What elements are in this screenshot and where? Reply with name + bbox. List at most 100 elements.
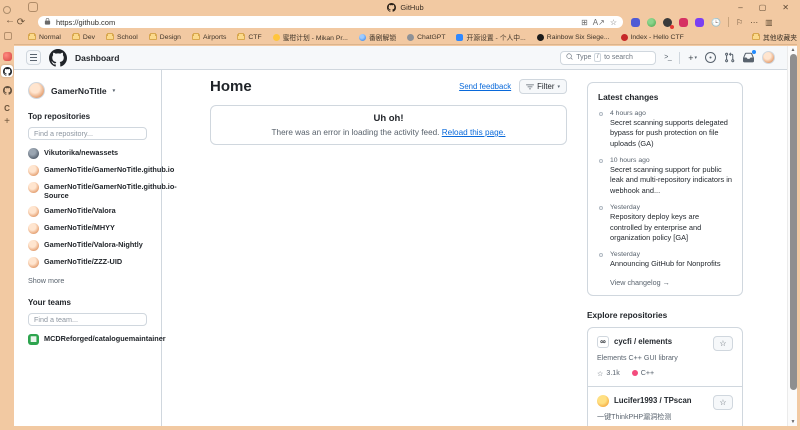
tab-preview-icon[interactable] xyxy=(28,2,38,12)
bookmark-folder[interactable]: Normal xyxy=(28,34,61,41)
language-dot-icon xyxy=(632,370,638,376)
other-favorites[interactable]: 其他收藏夹 xyxy=(752,32,797,42)
breadcrumb[interactable]: Dashboard xyxy=(75,53,119,63)
bookmark-folder[interactable]: Dev xyxy=(72,34,95,41)
star-button[interactable]: ☆ xyxy=(713,395,733,410)
find-repository-input[interactable]: Find a repository... xyxy=(28,127,147,140)
browser-toolbar: ⟳ https://github.com ⊞ A↗ ☆ 🕒 ⚐ ⋯ ▥ xyxy=(14,14,797,30)
caret-down-icon: ▾ xyxy=(694,55,697,61)
sidebar-panel-icon[interactable]: ▥ xyxy=(765,18,773,27)
bookmark-link[interactable]: 番剧解锁 xyxy=(359,32,396,42)
page-title: Home xyxy=(210,78,252,95)
browser-viewport: Dashboard Type / to search >_ +▾ xyxy=(14,46,797,426)
tab-favicon-github[interactable] xyxy=(3,82,12,100)
github-logo-icon xyxy=(3,67,12,76)
create-new-button[interactable]: +▾ xyxy=(688,53,697,63)
hamburger-menu-button[interactable] xyxy=(26,50,41,65)
page-scrollbar[interactable]: ▲ ▼ xyxy=(787,46,797,426)
repo-link[interactable]: Vikutorika/newassets xyxy=(28,148,147,159)
reload-button[interactable]: ⟳ xyxy=(14,17,28,28)
changelog-link[interactable]: Announcing GitHub for Nonprofits xyxy=(610,259,732,269)
browser-tab-github[interactable]: GitHub xyxy=(387,3,423,12)
tab-actions-icon[interactable] xyxy=(3,6,11,14)
bookmark-link[interactable]: 开源设置 - 个人中... xyxy=(456,32,525,42)
read-aloud-icon[interactable]: A↗ xyxy=(593,18,605,27)
history-icon[interactable]: 🕒 xyxy=(711,18,721,27)
bookmark-link[interactable]: ChatGPT xyxy=(407,34,445,41)
filter-button[interactable]: Filter ▾ xyxy=(519,79,567,94)
extension-icon-5[interactable] xyxy=(695,18,704,27)
bookmark-link[interactable]: Rainbow Six Siege... xyxy=(537,34,610,41)
repo-link[interactable]: Lucifer1993 / TPscan xyxy=(614,396,692,405)
command-palette-icon[interactable]: >_ xyxy=(664,54,671,61)
browser-essentials-icon[interactable]: ⚐ xyxy=(736,18,743,27)
active-tab-github[interactable] xyxy=(1,65,13,77)
tab-favicon-red[interactable] xyxy=(3,52,12,61)
repo-description: 一键ThinkPHP漏洞检测 xyxy=(597,412,733,422)
changelog-item: 10 hours agoSecret scanning support for … xyxy=(598,157,732,196)
changelog-link[interactable]: Secret scanning supports delegated bypas… xyxy=(610,118,732,149)
bookmark-folder[interactable]: CTF xyxy=(237,34,261,41)
repo-link[interactable]: GamerNoTitle/Valora xyxy=(28,206,147,217)
maximize-button[interactable]: ▢ xyxy=(759,3,767,12)
top-repositories-title: Top repositories xyxy=(28,112,147,121)
user-avatar[interactable] xyxy=(762,51,775,64)
scrollbar-thumb[interactable] xyxy=(790,54,797,390)
folder-icon xyxy=(192,34,200,40)
changelog-link[interactable]: Secret scanning support for public leak … xyxy=(610,165,732,196)
your-teams-title: Your teams xyxy=(28,298,147,307)
extension-icon-3[interactable] xyxy=(663,18,672,27)
view-changelog-link[interactable]: View changelog → xyxy=(598,278,732,287)
scroll-down-arrow[interactable]: ▼ xyxy=(788,419,797,425)
latest-changes-card: Latest changes 4 hours agoSecret scannin… xyxy=(587,82,743,296)
bookmark-link[interactable]: Index - Hello CTF xyxy=(621,34,684,41)
more-menu-icon[interactable]: ⋯ xyxy=(750,18,758,27)
reload-page-link[interactable]: Reload this page. xyxy=(442,128,506,137)
repo-link[interactable]: GamerNoTitle/ZZZ-UID xyxy=(28,257,147,268)
repo-link[interactable]: GamerNoTitle/Valora-Nightly xyxy=(28,240,147,251)
github-logo-icon[interactable] xyxy=(49,49,67,67)
bookmark-folder[interactable]: Design xyxy=(149,34,181,41)
notifications-inbox-icon[interactable] xyxy=(743,52,754,63)
address-bar[interactable]: https://github.com ⊞ A↗ ☆ xyxy=(38,16,623,28)
bookmark-link[interactable]: 蜜柑计划 - Mikan Pr... xyxy=(273,32,348,42)
pull-requests-icon[interactable] xyxy=(724,52,735,63)
show-more-link[interactable]: Show more xyxy=(28,276,147,285)
send-feedback-link[interactable]: Send feedback xyxy=(459,82,511,91)
repo-avatar xyxy=(597,395,609,407)
repo-link[interactable]: GamerNoTitle/GamerNoTitle.github.io-Sour… xyxy=(28,182,147,200)
close-button[interactable]: ✕ xyxy=(782,3,789,12)
bookmark-folder[interactable]: Airports xyxy=(192,34,226,41)
profile-switcher[interactable]: GamerNoTitle ▾ xyxy=(28,82,147,99)
minimize-button[interactable]: – xyxy=(738,3,742,12)
unlock-favicon-icon xyxy=(359,34,366,41)
tab-list-icon[interactable] xyxy=(4,32,12,40)
folder-icon xyxy=(72,34,80,40)
split-screen-icon[interactable]: ⊞ xyxy=(581,18,588,27)
extension-icon-1[interactable] xyxy=(631,18,640,27)
changelog-link[interactable]: Repository deploy keys are controlled by… xyxy=(610,212,732,243)
repo-link[interactable]: GamerNoTitle/MHYY xyxy=(28,223,147,234)
find-team-input[interactable]: Find a team... xyxy=(28,313,147,326)
search-input[interactable]: Type / to search xyxy=(560,51,656,65)
explore-repo-item: Lucifer1993 / TPscan ☆ 一键ThinkPHP漏洞检测 ☆1… xyxy=(588,386,742,426)
extension-icon-2[interactable] xyxy=(647,18,656,27)
caret-down-icon: ▾ xyxy=(557,84,560,90)
explore-repositories-title: Explore repositories xyxy=(587,310,743,320)
team-link[interactable]: ▦MCDReforged/cataloguemaintainer xyxy=(28,334,147,345)
filter-icon xyxy=(526,83,534,91)
star-count[interactable]: ☆3.1k xyxy=(597,369,620,378)
timeline-dot-icon xyxy=(599,206,603,210)
favorite-star-icon[interactable]: ☆ xyxy=(610,18,617,27)
error-message: There was an error in loading the activi… xyxy=(272,128,440,137)
scroll-up-arrow[interactable]: ▲ xyxy=(788,47,797,53)
issues-icon[interactable] xyxy=(705,52,716,63)
extension-icon-4[interactable] xyxy=(679,18,688,27)
new-tab-button[interactable]: + xyxy=(4,116,10,127)
repo-link[interactable]: GamerNoTitle/GamerNoTitle.github.io xyxy=(28,165,147,176)
repo-link[interactable]: cycfi / elements xyxy=(614,337,672,346)
repo-description: Elements C++ GUI library xyxy=(597,353,733,363)
bookmark-folder[interactable]: School xyxy=(106,34,138,41)
star-button[interactable]: ☆ xyxy=(713,336,733,351)
tab-favicon-c[interactable]: C xyxy=(4,104,10,113)
